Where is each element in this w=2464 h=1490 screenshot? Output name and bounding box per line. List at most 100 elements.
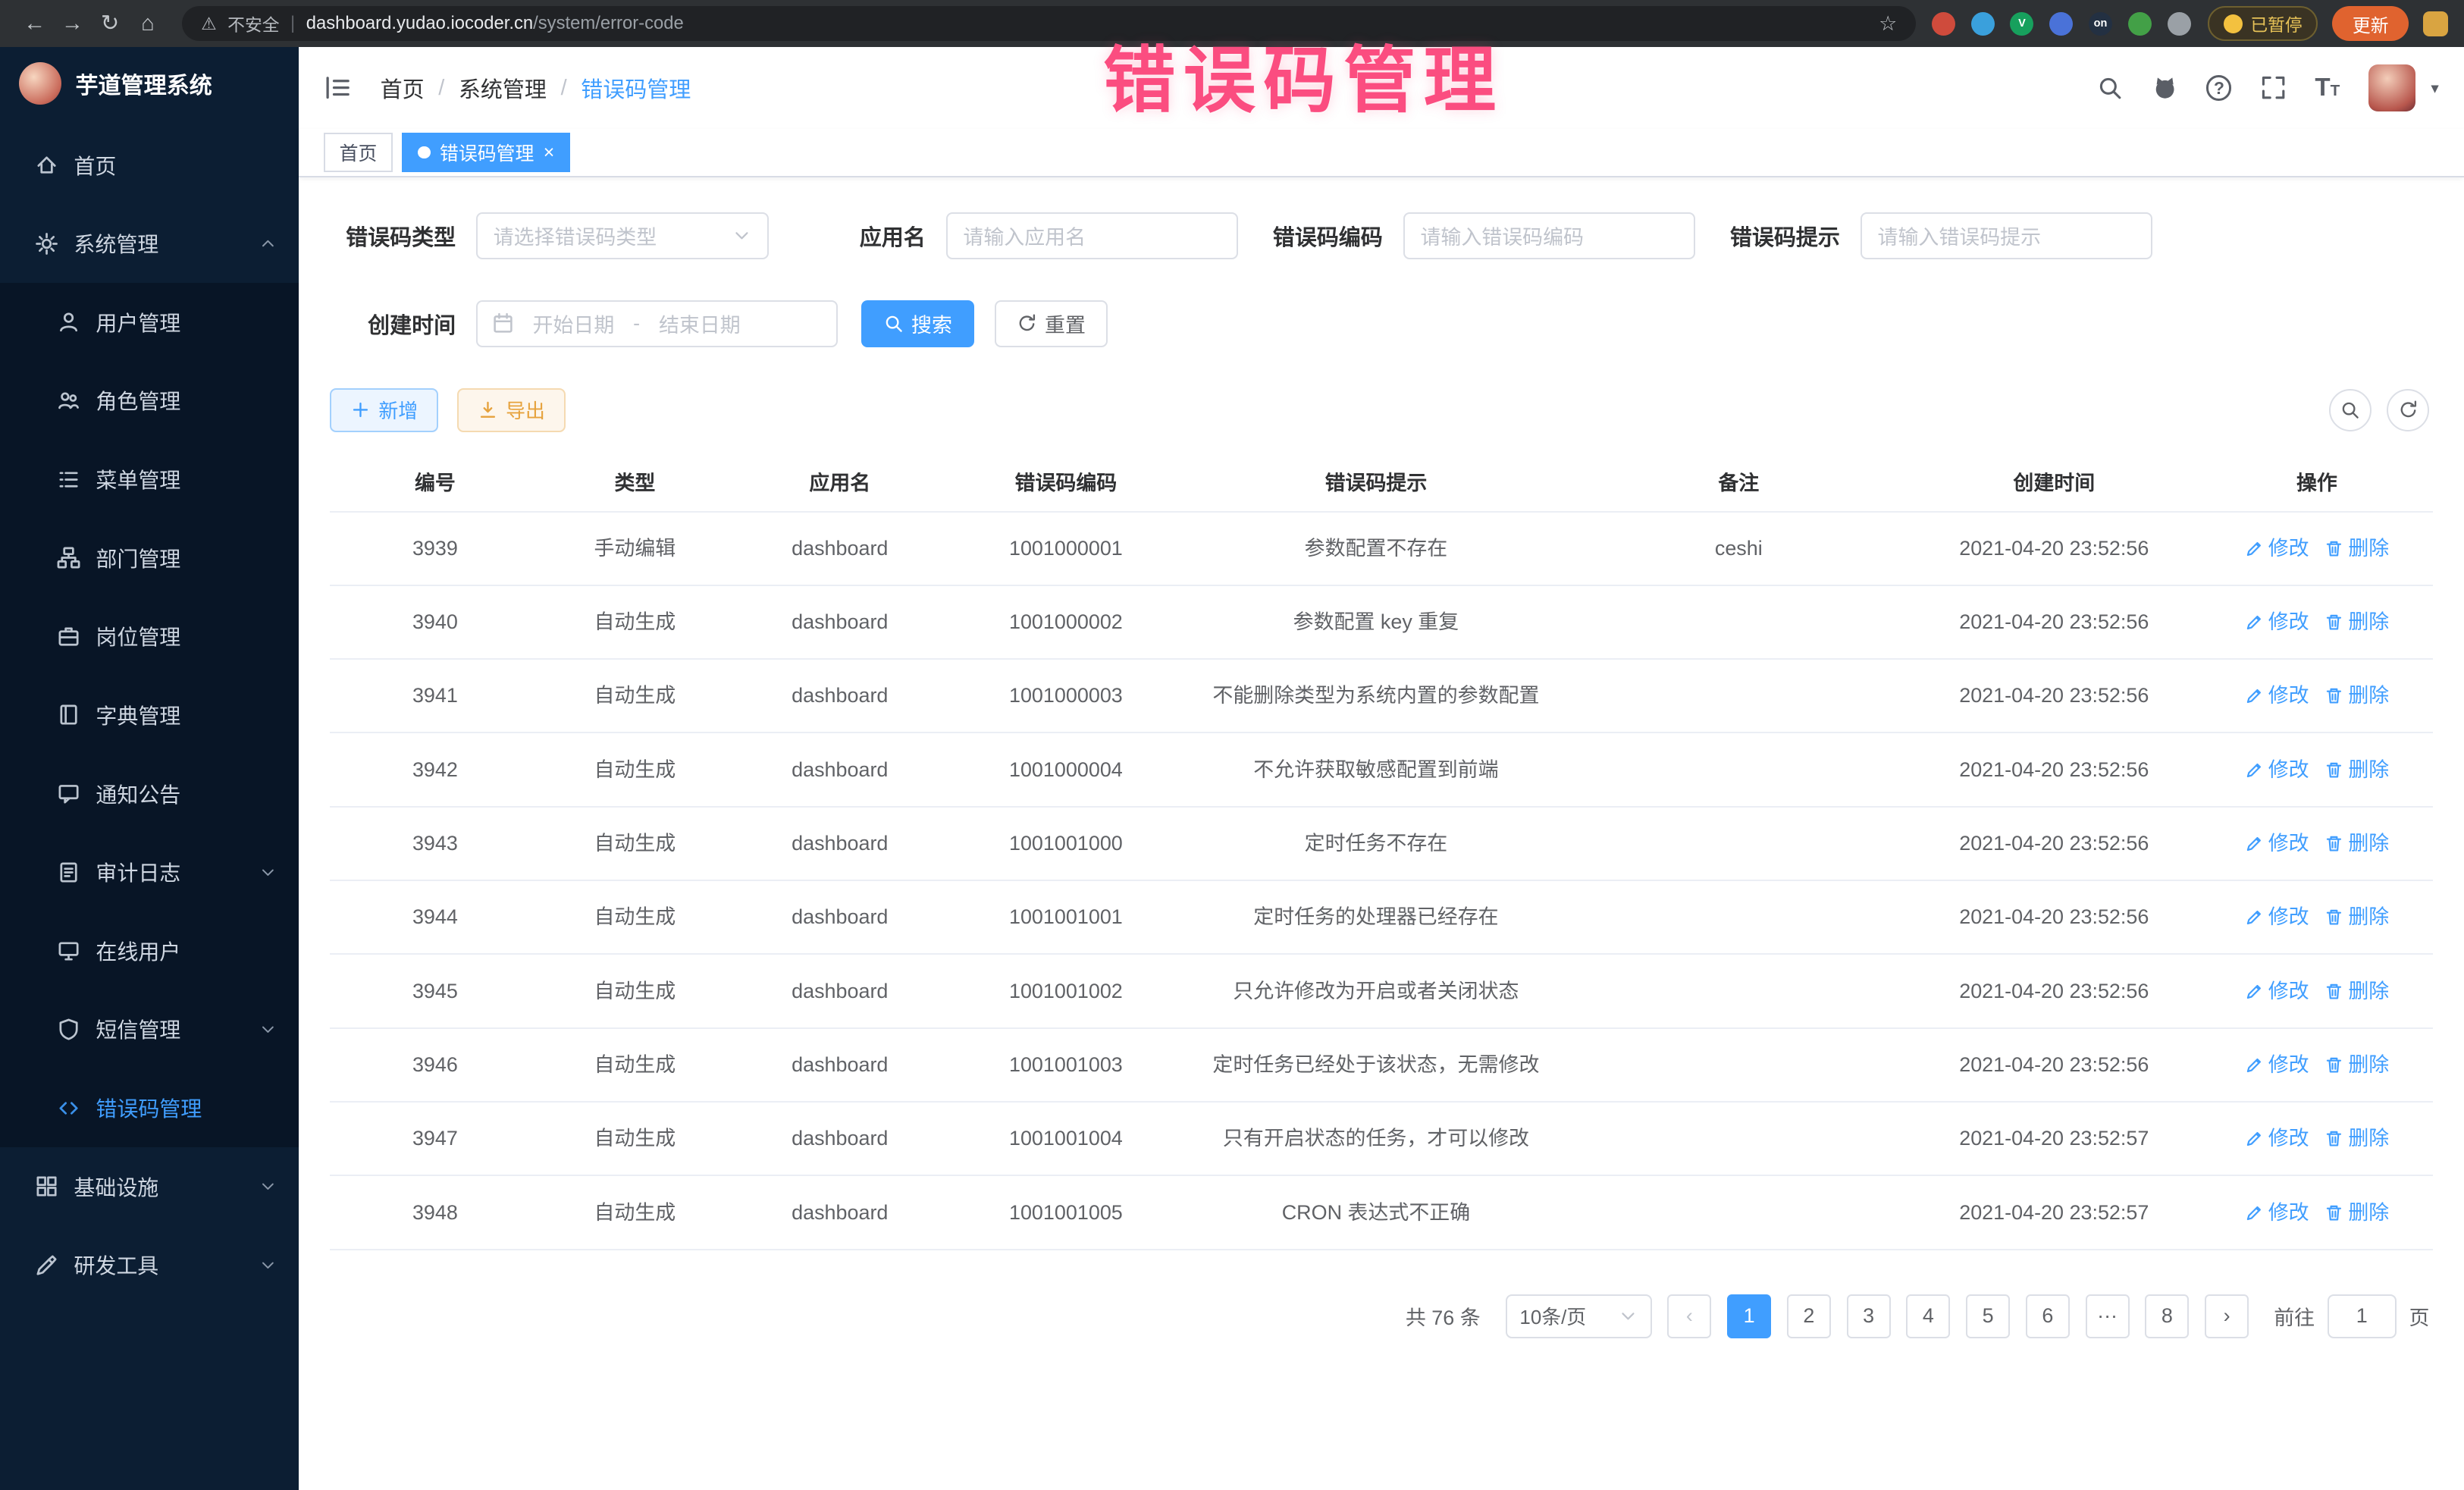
extension-blue-grid-icon[interactable] [2049, 12, 2073, 36]
column-header[interactable]: 编号 [330, 456, 540, 511]
sidebar-item-post[interactable]: 岗位管理 [0, 598, 299, 676]
github-icon[interactable] [2152, 74, 2178, 101]
edit-link[interactable]: 修改 [2245, 682, 2309, 709]
more-pages-button[interactable]: ··· [2086, 1294, 2130, 1338]
sidebar-item-role[interactable]: 角色管理 [0, 362, 299, 441]
close-tab-icon[interactable]: × [544, 143, 555, 162]
sidebar-item-infra[interactable]: 基础设施 [0, 1147, 299, 1226]
paused-chip[interactable]: 已暂停 [2208, 6, 2318, 41]
extension-green-v-icon[interactable]: V [2010, 12, 2033, 36]
column-header[interactable]: 应用名 [729, 456, 950, 511]
browser-home-icon[interactable]: ⌂ [129, 0, 167, 47]
page-size-select[interactable]: 10条/页 [1506, 1294, 1652, 1338]
edit-link[interactable]: 修改 [2245, 535, 2309, 562]
sidebar-item-devtools[interactable]: 研发工具 [0, 1226, 299, 1305]
tab-error-code[interactable]: 错误码管理 × [402, 133, 570, 172]
security-label[interactable]: 不安全 [227, 11, 279, 36]
fullscreen-icon[interactable] [2260, 74, 2287, 101]
update-button[interactable]: 更新 [2332, 6, 2409, 41]
sidebar-item-user[interactable]: 用户管理 [0, 283, 299, 362]
sidebar-item-sms[interactable]: 短信管理 [0, 990, 299, 1069]
extension-red-icon[interactable] [1932, 12, 1955, 36]
column-header[interactable]: 错误码提示 [1181, 456, 1570, 511]
export-button[interactable]: 导出 [457, 388, 566, 432]
sidebar-item-error-code[interactable]: 错误码管理 [0, 1068, 299, 1147]
url-bar[interactable]: ⚠ 不安全 | dashboard.yudao.iocoder.cn/syste… [182, 6, 1916, 41]
page-button-6[interactable]: 6 [2026, 1294, 2070, 1338]
font-size-icon[interactable]: TT [2315, 75, 2340, 100]
edit-link[interactable]: 修改 [2245, 1125, 2309, 1152]
edit-link[interactable]: 修改 [2245, 1052, 2309, 1078]
page-button-8[interactable]: 8 [2145, 1294, 2189, 1338]
edit-icon [2245, 1203, 2264, 1222]
app-name-input[interactable]: 请输入应用名 [946, 212, 1239, 259]
delete-link[interactable]: 删除 [2324, 1052, 2389, 1078]
sidebar-item-notice[interactable]: 通知公告 [0, 754, 299, 833]
export-button-label: 导出 [506, 396, 545, 424]
search-button[interactable]: 搜索 [861, 300, 974, 347]
add-button[interactable]: 新增 [330, 388, 438, 432]
extension-blue-drop-icon[interactable] [1971, 12, 1995, 36]
tab-home[interactable]: 首页 [324, 133, 393, 172]
column-header[interactable]: 错误码编码 [950, 456, 1181, 511]
extension-green-leaf-icon[interactable] [2128, 12, 2152, 36]
edit-link[interactable]: 修改 [2245, 830, 2309, 857]
sidebar-item-dict[interactable]: 字典管理 [0, 676, 299, 754]
edit-link[interactable]: 修改 [2245, 904, 2309, 930]
reset-button[interactable]: 重置 [995, 300, 1108, 347]
forward-icon[interactable]: → [53, 0, 91, 47]
page-button-2[interactable]: 2 [1787, 1294, 1831, 1338]
breadcrumb-system[interactable]: 系统管理 [459, 72, 547, 104]
delete-link[interactable]: 删除 [2324, 830, 2389, 857]
delete-link[interactable]: 删除 [2324, 757, 2389, 783]
delete-link[interactable]: 删除 [2324, 535, 2389, 562]
page-button-5[interactable]: 5 [1966, 1294, 2010, 1338]
next-page-button[interactable]: › [2205, 1294, 2249, 1338]
edit-link[interactable]: 修改 [2245, 609, 2309, 635]
delete-link[interactable]: 删除 [2324, 682, 2389, 709]
sidebar-item-online-user[interactable]: 在线用户 [0, 911, 299, 990]
page-button-1[interactable]: 1 [1727, 1294, 1771, 1338]
page-button-4[interactable]: 4 [1906, 1294, 1950, 1338]
sidebar-item-home[interactable]: 首页 [0, 126, 299, 205]
sidebar-item-dept[interactable]: 部门管理 [0, 519, 299, 598]
page-button-3[interactable]: 3 [1847, 1294, 1891, 1338]
extension-on-switch-icon[interactable]: on [2089, 12, 2112, 36]
prev-page-button[interactable]: ‹ [1667, 1294, 1711, 1338]
column-header[interactable]: 备注 [1570, 456, 1907, 511]
error-code-input[interactable]: 请输入错误码编码 [1403, 212, 1696, 259]
refresh-table-button[interactable] [2387, 389, 2429, 431]
edit-link[interactable]: 修改 [2245, 978, 2309, 1005]
bookmark-star-icon[interactable]: ☆ [1879, 12, 1897, 36]
delete-link[interactable]: 删除 [2324, 609, 2389, 635]
delete-link[interactable]: 删除 [2324, 904, 2389, 930]
reload-icon[interactable]: ↻ [91, 0, 129, 47]
error-type-select[interactable]: 请选择错误码类型 [476, 212, 769, 259]
search-icon[interactable] [2096, 74, 2123, 101]
logo[interactable]: 芋道管理系统 [0, 47, 299, 119]
edit-link[interactable]: 修改 [2245, 1200, 2309, 1226]
user-avatar[interactable] [2368, 64, 2415, 111]
date-range-picker[interactable]: 开始日期 - 结束日期 [476, 300, 838, 347]
toggle-search-button[interactable] [2329, 389, 2372, 431]
caret-down-icon[interactable]: ▾ [2431, 79, 2438, 98]
extension-puzzle-icon[interactable] [2168, 12, 2191, 36]
column-header[interactable]: 创建时间 [1907, 456, 2201, 511]
column-header[interactable]: 操作 [2201, 456, 2432, 511]
delete-link[interactable]: 删除 [2324, 1125, 2389, 1152]
back-icon[interactable]: ← [16, 0, 54, 47]
goto-page-input[interactable]: 1 [2328, 1294, 2397, 1338]
browser-profile-avatar[interactable] [2423, 11, 2448, 36]
sidebar-item-menu[interactable]: 菜单管理 [0, 440, 299, 519]
column-header[interactable]: 类型 [541, 456, 730, 511]
help-icon[interactable]: ? [2206, 75, 2231, 100]
breadcrumb-home[interactable]: 首页 [381, 72, 425, 104]
sidebar-item-audit-log[interactable]: 审计日志 [0, 833, 299, 911]
delete-link[interactable]: 删除 [2324, 978, 2389, 1005]
error-code-table: 编号类型应用名错误码编码错误码提示备注创建时间操作 3939手动编辑dashbo… [330, 456, 2432, 1250]
edit-link[interactable]: 修改 [2245, 757, 2309, 783]
delete-link[interactable]: 删除 [2324, 1200, 2389, 1226]
sidebar-item-system[interactable]: 系统管理 [0, 204, 299, 283]
error-message-input[interactable]: 请输入错误码提示 [1861, 212, 2153, 259]
sidebar-toggle-icon[interactable] [324, 74, 352, 102]
